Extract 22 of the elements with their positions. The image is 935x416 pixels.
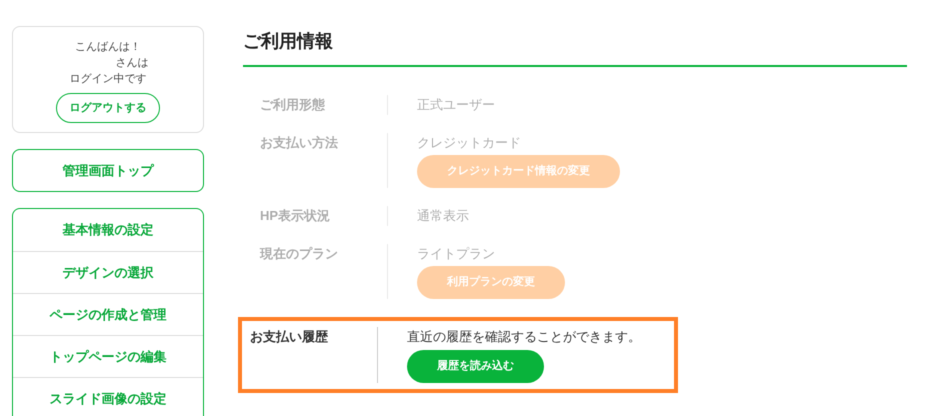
field-label: ご利用形態	[260, 95, 388, 114]
field-label: お支払い履歴	[250, 327, 378, 382]
sidebar-item[interactable]: 基本情報の設定	[13, 209, 203, 251]
field-value: 正式ユーザー	[417, 96, 495, 114]
sidebar-item[interactable]: トップページの編集	[13, 335, 203, 377]
field-value: ライトプラン	[417, 244, 495, 262]
sidebar-item[interactable]: スライド画像の設定	[13, 377, 203, 416]
field-value: 通常表示	[417, 207, 469, 225]
admin-top-button[interactable]: 管理画面トップ	[12, 149, 204, 192]
field-value: 直近の履歴を確認することができます。	[407, 328, 641, 346]
login-status-text: ログイン中です	[70, 72, 146, 87]
field-value: クレジットカード	[417, 134, 521, 152]
sidebar-item[interactable]: デザインの選択	[13, 251, 203, 293]
sidebar-item[interactable]: ページの作成と管理	[13, 293, 203, 335]
load-history-button[interactable]: 履歴を読み込む	[407, 350, 544, 382]
logout-button[interactable]: ログアウトする	[56, 93, 160, 123]
greeting-text: こんばんは！	[75, 40, 141, 55]
field-label: お支払い方法	[260, 132, 388, 188]
user-name-text: さんは	[114, 56, 148, 71]
field-label: 現在のプラン	[260, 244, 388, 299]
page-title: ご利用情報	[243, 28, 907, 67]
field-label: HP表示状況	[260, 206, 388, 226]
